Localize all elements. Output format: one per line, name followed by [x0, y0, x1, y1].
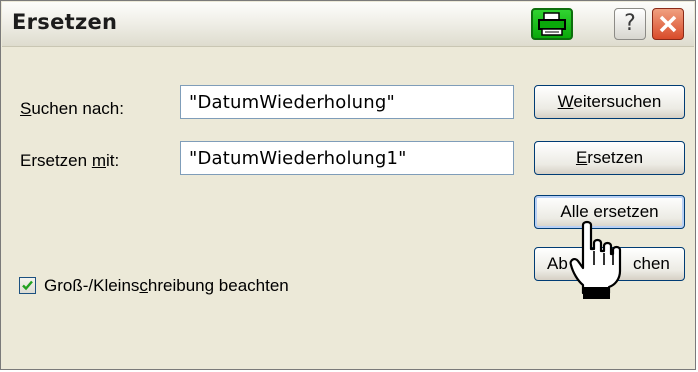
- replace-accel: E: [575, 148, 588, 167]
- replace-label-accel: m: [91, 151, 106, 170]
- find-next-button[interactable]: Weitersuchen: [534, 85, 685, 119]
- search-label-accel: S: [20, 99, 32, 118]
- close-icon: [659, 15, 677, 33]
- search-label: Suchen nach:: [20, 99, 124, 119]
- search-label-text: uchen nach:: [31, 99, 124, 118]
- replace-input[interactable]: "DatumWiederholung1": [180, 141, 514, 175]
- replace-button[interactable]: Ersetzen: [534, 141, 685, 175]
- printer-icon: [538, 12, 566, 36]
- title-bar[interactable]: Ersetzen ?: [2, 2, 694, 47]
- cancel-label-end: chen: [633, 254, 670, 273]
- replace-label: Ersetzen mit:: [20, 151, 119, 171]
- help-icon: ?: [624, 11, 636, 36]
- replace-label-text: Ersetzen: [20, 151, 92, 170]
- cancel-label-start: Ab: [547, 254, 568, 273]
- case-label-accel: c: [139, 276, 148, 295]
- find-next-accel: W: [557, 92, 574, 111]
- checkmark-icon: [22, 280, 33, 291]
- replace-label-end: it:: [105, 151, 120, 170]
- help-button[interactable]: ?: [614, 8, 646, 40]
- dialog-title: Ersetzen: [12, 10, 118, 34]
- close-button[interactable]: [652, 8, 684, 40]
- replace-dialog: Ersetzen ? Suchen nach: "DatumWiederholu…: [0, 0, 696, 370]
- replace-label-button: rsetzen: [587, 148, 644, 167]
- case-sensitive-label[interactable]: Groß-/Kleinschreibung beachten: [44, 276, 289, 296]
- case-label-text: Groß-/Kleins: [44, 276, 140, 295]
- case-sensitive-checkbox[interactable]: [19, 277, 36, 294]
- case-label-end: hreibung beachten: [147, 276, 289, 295]
- search-input[interactable]: "DatumWiederholung": [180, 85, 514, 119]
- hand-cursor-icon: [569, 220, 622, 299]
- find-next-label: eitersuchen: [573, 92, 662, 111]
- print-button[interactable]: [531, 8, 573, 40]
